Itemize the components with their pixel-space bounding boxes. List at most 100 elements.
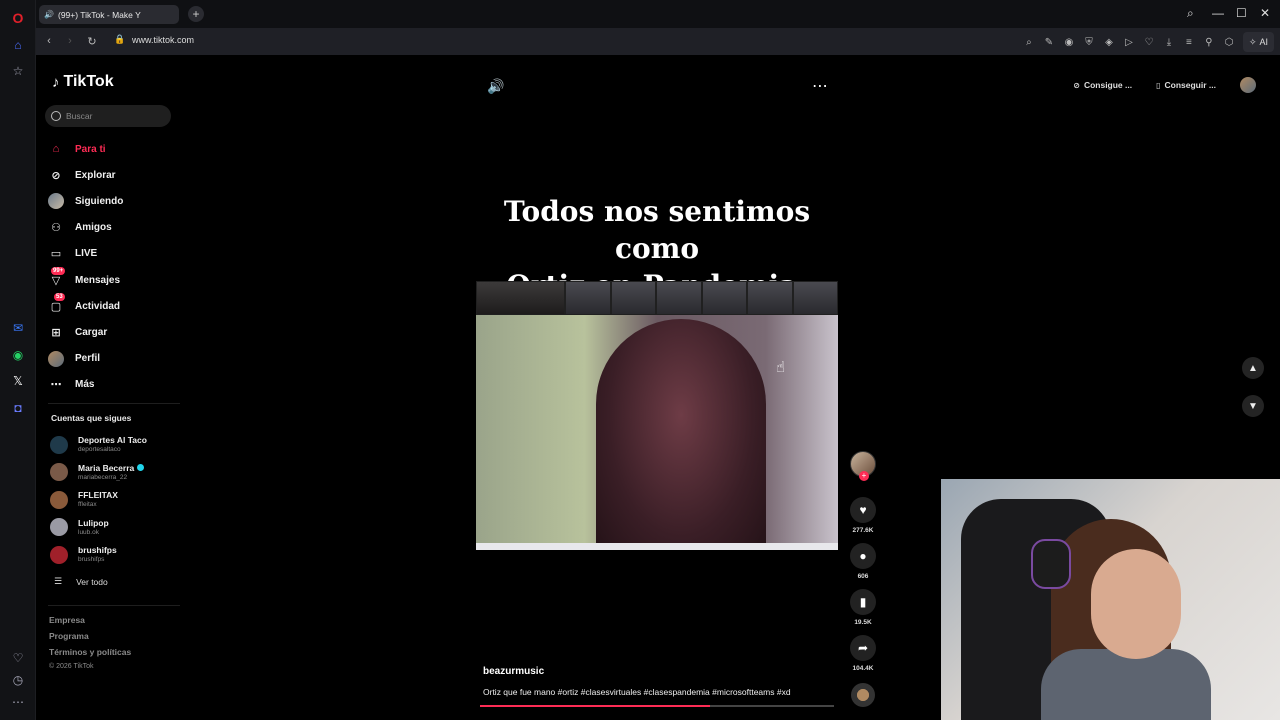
whatsapp-icon[interactable]: ◉	[9, 346, 27, 364]
profile-icon[interactable]: ⚲	[1199, 32, 1219, 52]
home-icon[interactable]: ⌂	[9, 36, 27, 54]
main-menu: ⌂ Para ti ⊘ Explorar Siguiendo ⚇ Amigos …	[48, 136, 178, 398]
like-count: 277.6K	[852, 527, 874, 534]
avatar	[50, 463, 68, 482]
creator-avatar[interactable]: +	[850, 451, 876, 481]
menu-item-live[interactable]: ▭ LIVE	[48, 241, 178, 267]
footer-link-terminos[interactable]: Términos y políticas	[49, 647, 131, 663]
menu-item-mas[interactable]: ⋯ Más	[48, 372, 178, 398]
hand-cursor-icon: ☝	[776, 359, 786, 376]
previous-video-button[interactable]: ▲	[1242, 357, 1264, 379]
music-disc-icon[interactable]	[851, 683, 875, 707]
search-input[interactable]: Buscar	[45, 105, 171, 127]
x-icon[interactable]: 𝕏	[9, 372, 27, 390]
share-icon[interactable]: ➦	[850, 635, 876, 661]
home-icon: ⌂	[52, 143, 60, 156]
menu-label: Más	[75, 379, 95, 391]
minimize-icon[interactable]: —	[1212, 6, 1224, 20]
menu-label: Explorar	[75, 169, 116, 181]
footer-link-programa[interactable]: Programa	[49, 631, 131, 647]
forward-icon[interactable]: ›	[63, 34, 77, 48]
divider	[48, 403, 180, 404]
menu-item-explorar[interactable]: ⊘ Explorar	[48, 162, 178, 188]
avatar	[48, 350, 64, 367]
like-action[interactable]: ♥ 277.6K	[848, 497, 878, 537]
get-app-button[interactable]: ▯ Conseguir ...	[1148, 74, 1224, 96]
save-count: 19.5K	[854, 619, 872, 626]
discord-icon[interactable]: ◘	[9, 399, 27, 417]
video-progress-fill	[480, 705, 711, 707]
share-action[interactable]: ➦ 104.4K	[848, 635, 878, 675]
extensions-icon[interactable]: ⬡	[1219, 32, 1239, 52]
shield-icon[interactable]: ⛨	[1079, 32, 1099, 52]
back-icon[interactable]: ‹	[42, 34, 56, 48]
menu-item-amigos[interactable]: ⚇ Amigos	[48, 215, 178, 241]
share-count: 104.4K	[852, 665, 874, 672]
tab-tiktok[interactable]: 🔊 (99+) TikTok - Make Y	[39, 5, 179, 24]
more-icon[interactable]: ⋯	[9, 693, 27, 711]
more-options-icon[interactable]: ⋯	[812, 76, 829, 96]
menu-item-perfil[interactable]: Perfil	[48, 346, 178, 372]
messenger-icon[interactable]: ✉	[9, 319, 27, 337]
following-item[interactable]: Deportes Al Taco deportesaltaco	[50, 431, 180, 459]
history-icon[interactable]: ◷	[9, 671, 27, 689]
see-all-link[interactable]: ☰ Ver todo	[54, 576, 108, 587]
vpn-icon[interactable]: ◈	[1099, 32, 1119, 52]
compass-icon: ⊘	[51, 169, 61, 182]
video-author[interactable]: beazurmusic	[483, 666, 544, 677]
following-item[interactable]: FFLEITAX ffleitax	[50, 486, 180, 514]
phone-icon: ▯	[1156, 80, 1161, 90]
search-placeholder: Buscar	[66, 111, 93, 121]
download-icon[interactable]: ⤓	[1159, 32, 1179, 52]
tiktok-logo[interactable]: ♪ TikTok	[52, 73, 114, 91]
get-app-label: Conseguir ...	[1164, 80, 1216, 90]
footer-link-empresa[interactable]: Empresa	[49, 615, 131, 631]
menu-item-actividad[interactable]: ▢ 53 Actividad	[48, 293, 178, 319]
star-icon[interactable]: ☆	[9, 62, 27, 80]
comment-action[interactable]: ● 606	[848, 543, 878, 583]
avatar	[50, 545, 68, 564]
search-tabs-icon[interactable]: ⌕	[1187, 6, 1194, 21]
play-icon[interactable]: ▷	[1119, 32, 1139, 52]
bookmark-icon[interactable]: ▮	[850, 589, 876, 615]
messages-icon: ▽ 99+	[51, 267, 66, 287]
next-video-button[interactable]: ▼	[1242, 395, 1264, 417]
toolbar-icons: ⌕ ✎ ◉ ⛨ ◈ ▷ ♡ ⤓ ≡ ⚲ ⬡ ✧ AI	[1019, 32, 1280, 52]
opera-logo-icon[interactable]: O	[9, 9, 27, 27]
camera-icon[interactable]: ◉	[1059, 32, 1079, 52]
url-field[interactable]: www.tiktok.com	[132, 35, 194, 45]
comment-icon[interactable]: ●	[850, 543, 876, 569]
following-item[interactable]: brushifps brushifps	[50, 541, 180, 569]
zoom-icon[interactable]: ⌕	[1019, 32, 1039, 52]
menu-icon[interactable]: ≡	[1179, 32, 1199, 52]
bookmark-heart-icon[interactable]: ♡	[1139, 32, 1159, 52]
edit-icon[interactable]: ✎	[1039, 32, 1059, 52]
menu-item-para-ti[interactable]: ⌂ Para ti	[48, 136, 178, 162]
maximize-icon[interactable]: ☐	[1236, 6, 1247, 20]
volume-icon[interactable]: 🔊	[487, 78, 504, 95]
reload-icon[interactable]: ↻	[85, 34, 99, 48]
following-item[interactable]: Lulipop luub.ok	[50, 514, 180, 542]
account-name: brushifps	[78, 545, 117, 556]
video-progress-bar[interactable]	[480, 705, 834, 707]
opera-sidebar: O ⌂ ☆ ✉ ◉ 𝕏 ◘ ♡ ◷ ⋯	[0, 0, 36, 720]
follow-plus-icon[interactable]: +	[859, 471, 869, 481]
friends-icon: ⚇	[51, 222, 61, 235]
avatar[interactable]	[1240, 77, 1256, 93]
new-tab-button[interactable]: +	[188, 6, 204, 22]
account-user: ffleitax	[78, 501, 97, 509]
menu-item-mensajes[interactable]: ▽ 99+ Mensajes	[48, 267, 178, 293]
speaker-icon: 🔊	[44, 10, 54, 19]
save-action[interactable]: ▮ 19.5K	[848, 589, 878, 629]
ai-button[interactable]: ✧ AI	[1242, 32, 1274, 52]
get-coins-button[interactable]: ⊘ Consigue ...	[1065, 74, 1140, 96]
video-player[interactable]	[476, 281, 838, 550]
heart-icon[interactable]: ♥	[850, 497, 876, 523]
heart-icon[interactable]: ♡	[9, 649, 27, 667]
following-item[interactable]: Maria Becerra mariabecerra_22	[50, 459, 180, 487]
avatar	[50, 435, 68, 454]
close-icon[interactable]: ✕	[1260, 6, 1270, 20]
menu-label: LIVE	[75, 248, 98, 260]
menu-item-cargar[interactable]: ⊞ Cargar	[48, 319, 178, 345]
menu-item-siguiendo[interactable]: Siguiendo	[48, 188, 178, 214]
